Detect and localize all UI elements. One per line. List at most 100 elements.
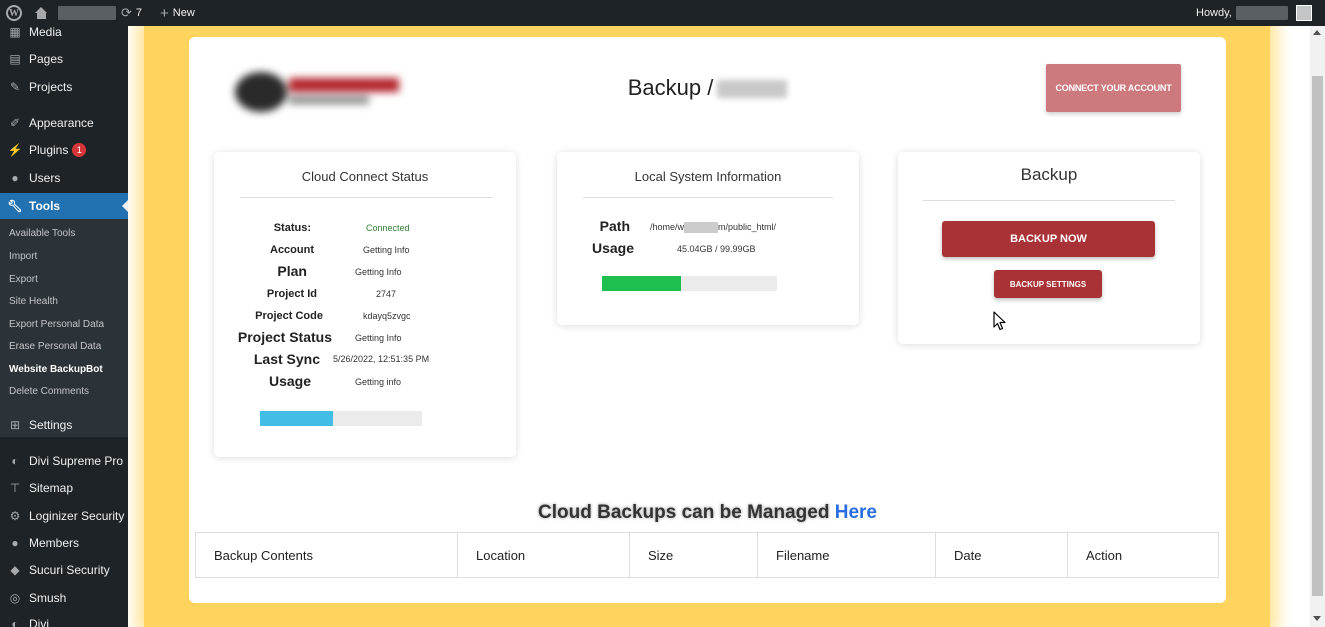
card-title: Backup <box>1020 165 1078 184</box>
cloud-backups-heading: Cloud Backups can be Managed Here <box>189 502 1226 524</box>
plugin-icon: ⚡ <box>7 143 23 157</box>
brush-icon: ✐ <box>9 116 21 130</box>
plan-value: Getting Info <box>355 267 402 277</box>
refresh-icon: ⟳ <box>121 5 132 20</box>
connect-account-button[interactable]: CONNECT YOUR ACCOUNT <box>1046 64 1181 112</box>
column-header-filename[interactable]: Filename <box>757 532 936 578</box>
sidebar-item-divi[interactable]: ◐ Divi <box>0 612 128 627</box>
column-header-backup-contents[interactable]: Backup Contents <box>195 532 458 578</box>
members-icon: ● <box>11 536 19 550</box>
local-usage-progress-fill <box>602 276 681 291</box>
path-suffix: m/public_html/ <box>718 222 777 232</box>
main-content: Backup / CONNECT YOUR ACCOUNT Cloud Conn… <box>128 26 1310 627</box>
backup-settings-button[interactable]: BACKUP SETTINGS <box>994 270 1102 298</box>
sidebar-item-label: Appearance <box>29 116 94 130</box>
avatar <box>1295 5 1312 21</box>
tools-submenu: Available Tools Import Export Site Healt… <box>0 219 128 437</box>
project-status-value: Getting Info <box>355 333 402 343</box>
sidebar-item-users[interactable]: ● Users <box>0 166 128 190</box>
local-usage-progress-bar <box>602 276 777 291</box>
submenu-available-tools[interactable]: Available Tools <box>9 228 75 239</box>
last-sync-label: Last Sync <box>253 351 320 367</box>
project-id-label: Project Id <box>266 288 317 300</box>
updates-link[interactable]: ⟳ 7 <box>121 0 142 26</box>
status-value: Connected <box>366 223 410 233</box>
project-code-label: Project Code <box>255 310 323 322</box>
sidebar-item-tools[interactable]: 🔧︎ Tools <box>0 193 128 219</box>
divider <box>923 200 1175 201</box>
cloud-backups-here-link[interactable]: Here <box>835 502 877 523</box>
project-status-label: Project Status <box>237 329 332 345</box>
sidebar-item-divi-supreme-pro[interactable]: ◐ Divi Supreme Pro <box>0 449 128 473</box>
divider <box>583 197 833 198</box>
cloud-usage-progress-bar <box>260 411 422 426</box>
divider <box>240 197 492 198</box>
media-icon: ▦ <box>9 26 21 39</box>
new-content-link[interactable]: + New <box>160 0 195 26</box>
backups-table: Backup Contents Location Size Filename D… <box>195 532 1219 578</box>
usage-label: Usage <box>268 373 311 389</box>
wordpress-icon: W <box>6 5 22 21</box>
scroll-down-arrow-icon[interactable] <box>1313 616 1321 621</box>
sidebar-item-loginizer-security[interactable]: ⚙ Loginizer Security <box>0 504 128 528</box>
cloud-usage-progress-fill <box>260 411 333 426</box>
submenu-erase-personal-data[interactable]: Erase Personal Data <box>9 341 101 352</box>
path-redacted <box>684 222 719 234</box>
plus-icon: + <box>160 4 169 22</box>
submenu-site-health[interactable]: Site Health <box>9 296 58 307</box>
sidebar-item-sitemap[interactable]: ⊤ Sitemap <box>0 476 128 500</box>
plugins-update-badge: 1 <box>72 143 87 157</box>
sidebar-item-label: Divi <box>29 617 49 627</box>
pages-icon: ▤ <box>9 52 21 66</box>
path-label: Path <box>599 218 630 234</box>
plan-label: Plan <box>277 263 307 279</box>
sidebar-item-settings[interactable]: ⊞ Settings <box>0 413 128 437</box>
column-header-action[interactable]: Action <box>1067 532 1219 578</box>
sidebar-item-label: Smush <box>29 591 67 605</box>
submenu-website-backupbot[interactable]: Website BackupBot <box>9 364 103 375</box>
sidebar-item-pages[interactable]: ▤ Pages <box>0 47 128 71</box>
card-title: Cloud Connect Status <box>301 169 429 184</box>
scroll-thumb[interactable] <box>1312 76 1323 596</box>
site-name-link[interactable] <box>35 0 116 26</box>
backup-card: Backup BACKUP NOW BACKUP SETTINGS <box>898 152 1200 344</box>
column-header-location[interactable]: Location <box>457 532 630 578</box>
scroll-up-arrow-icon[interactable] <box>1313 30 1321 35</box>
submenu-export-personal-data[interactable]: Export Personal Data <box>9 319 104 330</box>
page-scrollbar[interactable] <box>1310 26 1325 627</box>
sidebar-item-label: Projects <box>29 80 73 94</box>
wordpress-logo-button[interactable]: W <box>6 0 22 26</box>
sidebar-item-label: Divi Supreme Pro <box>29 454 124 468</box>
status-label: Status: <box>273 222 311 234</box>
sidebar-item-label: Sitemap <box>29 481 74 495</box>
sidebar-item-label: Tools <box>29 199 61 213</box>
sidebar-item-label: Loginizer Security <box>29 509 125 523</box>
column-header-size[interactable]: Size <box>629 532 758 578</box>
gear-icon: ⚙ <box>9 509 21 523</box>
sidebar-item-members[interactable]: ● Members <box>0 531 128 555</box>
divi-icon: ◐ <box>11 617 19 627</box>
username-redacted <box>1235 6 1288 20</box>
page-title-blur <box>717 80 788 99</box>
column-header-date[interactable]: Date <box>935 532 1068 578</box>
sidebar-item-projects[interactable]: ✎ Projects <box>0 75 128 99</box>
submenu-delete-comments[interactable]: Delete Comments <box>9 386 89 397</box>
sidebar-item-media[interactable]: ▦ Media <box>0 26 128 44</box>
sidebar-item-sucuri-security[interactable]: ◆ Sucuri Security <box>0 558 128 582</box>
page-title-text: Backup <box>627 75 702 100</box>
project-code-value: kdayq5zvgc <box>363 311 411 321</box>
last-sync-value: 5/26/2022, 12:51:35 PM <box>333 354 430 364</box>
backup-now-button[interactable]: BACKUP NOW <box>942 221 1155 257</box>
sidebar-item-plugins[interactable]: ⚡ Plugins 1 <box>0 138 128 162</box>
submenu-export[interactable]: Export <box>9 274 38 285</box>
sidebar-item-appearance[interactable]: ✐ Appearance <box>0 111 128 135</box>
sidebar-item-label: Settings <box>29 418 73 432</box>
cloud-heading-text: Cloud Backups can be Managed <box>538 502 830 523</box>
sidebar-item-smush[interactable]: ◎ Smush <box>0 586 128 610</box>
usage-value: 45.04GB / 99.99GB <box>677 244 756 254</box>
account-label: Account <box>270 244 314 256</box>
submenu-import[interactable]: Import <box>9 251 37 262</box>
settings-icon: ⊞ <box>9 418 21 432</box>
sidebar-item-label: Sucuri Security <box>29 563 110 577</box>
my-account-link[interactable]: Howdy, <box>1196 0 1312 26</box>
